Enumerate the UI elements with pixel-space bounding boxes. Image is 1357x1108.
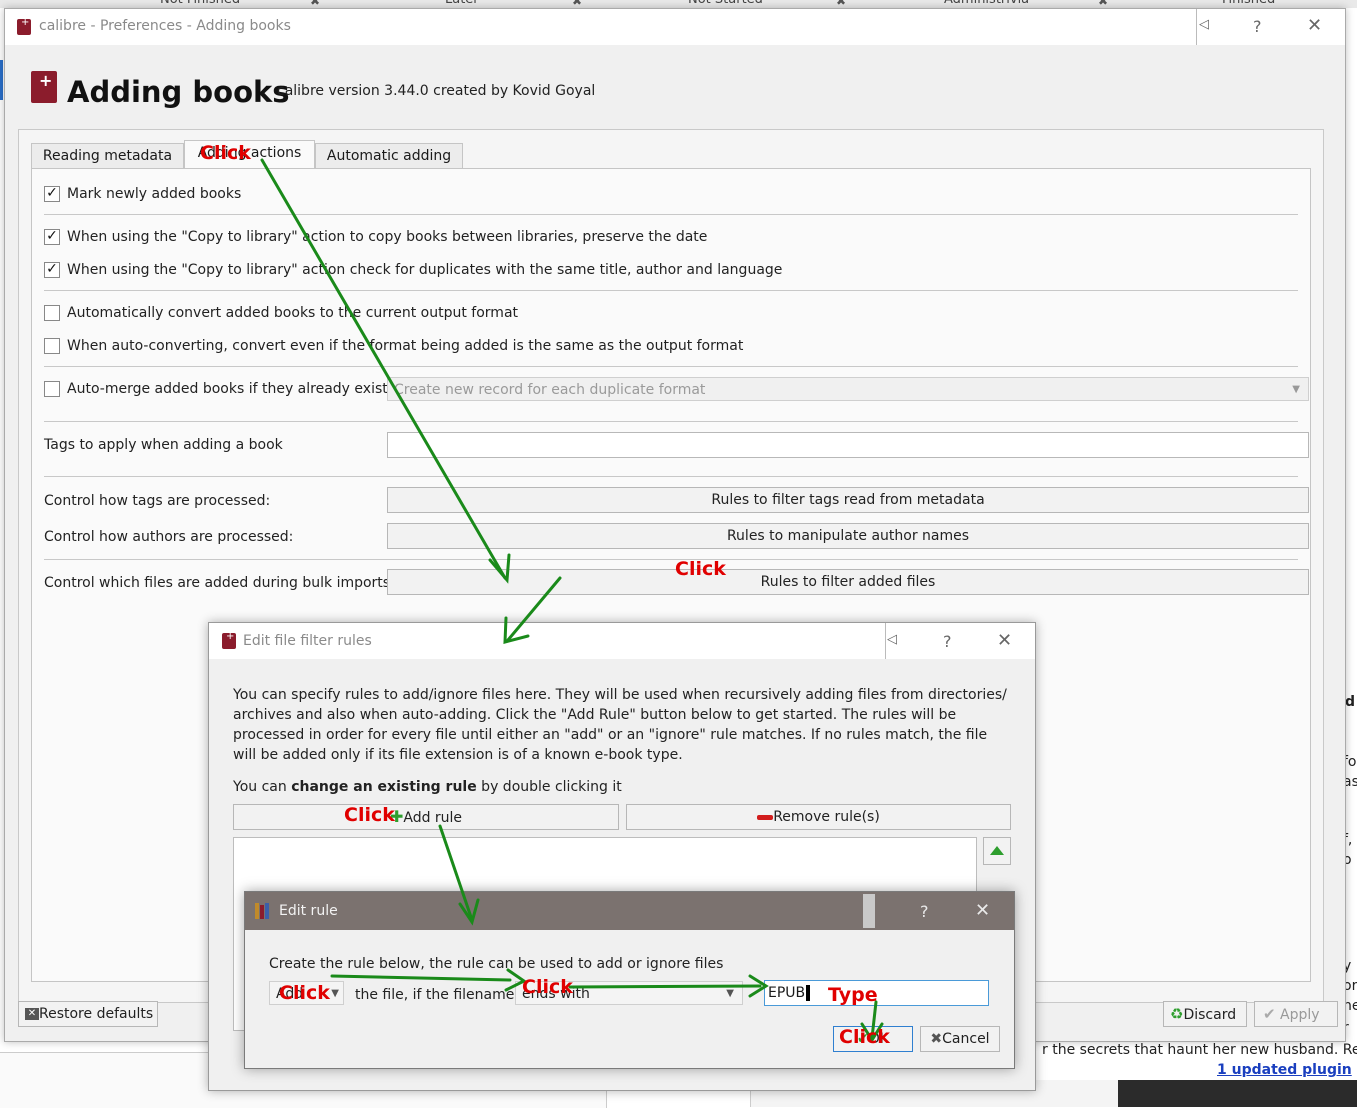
arrow-to-edit-rule [438,824,474,922]
click-annotation: Click [200,142,251,164]
click-annotation: Click [675,558,726,580]
arrow-to-filter-button [260,158,507,580]
annotation-arrows [260,158,884,1043]
click-annotation: Click [279,982,330,1004]
type-annotation: Type [828,984,878,1006]
arrow-to-pattern [568,984,762,989]
arrow-to-dialog [506,576,562,642]
click-annotation: Click [522,976,573,998]
click-annotation: Click [839,1026,890,1048]
click-annotation: Click [344,804,395,826]
arrow-to-condition [330,974,512,982]
